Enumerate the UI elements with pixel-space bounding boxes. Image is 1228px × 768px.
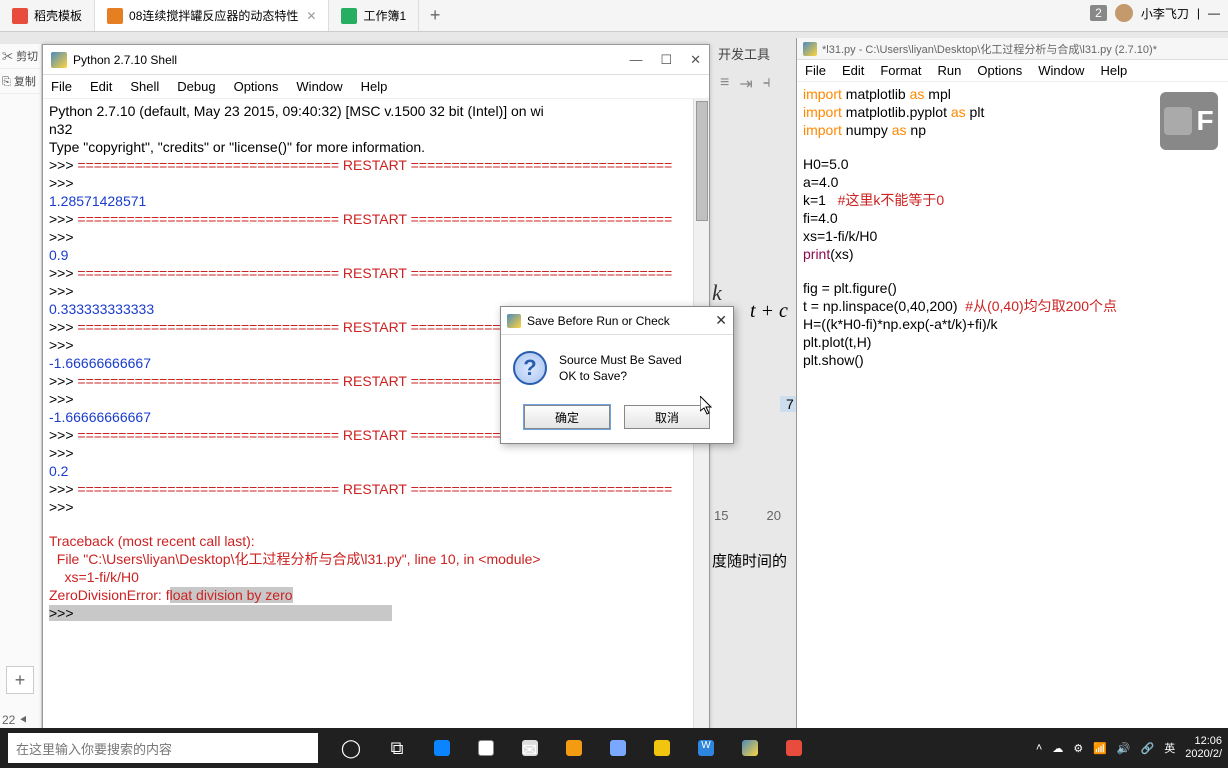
- username[interactable]: 小李飞刀: [1141, 5, 1189, 22]
- search-placeholder: 在这里输入你要搜索的内容: [16, 739, 172, 758]
- app2-icon[interactable]: [596, 728, 640, 768]
- dialog-title: Save Before Run or Check: [527, 314, 715, 328]
- sheet-icon: [341, 8, 357, 24]
- indent-icon[interactable]: ⇥: [739, 74, 752, 94]
- menu-window[interactable]: Window: [1038, 63, 1084, 78]
- search-input[interactable]: 在这里输入你要搜索的内容: [8, 733, 318, 763]
- edge-icon[interactable]: [420, 728, 464, 768]
- menu-options[interactable]: Options: [234, 79, 279, 94]
- dialog-titlebar[interactable]: Save Before Run or Check ✕: [501, 307, 733, 335]
- python-icon: [51, 52, 67, 68]
- editor-titlebar[interactable]: *l31.py - C:\Users\liyan\Desktop\化工过程分析与…: [797, 38, 1228, 60]
- tray-up-icon[interactable]: ˄: [1036, 742, 1042, 754]
- ime-lang[interactable]: 英: [1164, 740, 1175, 756]
- add-slide-button[interactable]: +: [6, 666, 34, 694]
- dialog-message: Source Must Be Saved OK to Save?: [559, 352, 682, 384]
- chart-icon[interactable]: ⫞: [763, 74, 771, 94]
- menu-help[interactable]: Help: [1100, 63, 1127, 78]
- idle-editor-window: *l31.py - C:\Users\liyan\Desktop\化工过程分析与…: [796, 38, 1228, 730]
- tab-label: 稻壳模板: [34, 7, 82, 24]
- menu-edit[interactable]: Edit: [842, 63, 864, 78]
- close-icon[interactable]: ✕: [306, 9, 316, 23]
- ime-icon[interactable]: 🔗: [1141, 742, 1155, 755]
- menu-run[interactable]: Run: [938, 63, 962, 78]
- ribbon-icons: ≡ ⇥ ⫞: [720, 74, 771, 94]
- min-icon[interactable]: —: [1208, 6, 1220, 20]
- editor-menubar: File Edit Format Run Options Window Help: [797, 60, 1228, 82]
- list-icon[interactable]: ≡: [720, 74, 729, 94]
- python-taskbar-icon[interactable]: [728, 728, 772, 768]
- app1-icon[interactable]: [552, 728, 596, 768]
- cortana-icon[interactable]: ◯: [328, 728, 374, 768]
- wps-icon[interactable]: W: [684, 728, 728, 768]
- menu-options[interactable]: Options: [977, 63, 1022, 78]
- menu-edit[interactable]: Edit: [90, 79, 112, 94]
- python-icon: [507, 314, 521, 328]
- tab-label: 工作簿1: [363, 7, 406, 24]
- onedrive-icon[interactable]: ☁: [1052, 742, 1063, 755]
- taskbar-icons: ◯ ⧉ ✉ W: [328, 728, 816, 768]
- cancel-button[interactable]: 取消: [624, 405, 710, 429]
- copy-button[interactable]: ⎘ 复制: [0, 69, 41, 94]
- systray: ˄ ☁ ⚙ 📶 🔊 🔗 英 12:06 2020/2/: [1036, 728, 1222, 768]
- python-icon: [803, 42, 817, 56]
- volume-icon[interactable]: 🔊: [1117, 742, 1131, 755]
- clock[interactable]: 12:06 2020/2/: [1185, 735, 1222, 761]
- axis-ticks: 15 20: [714, 508, 781, 523]
- recorder-icon[interactable]: [772, 728, 816, 768]
- jar-icon: [1164, 107, 1192, 135]
- minimize-button[interactable]: —: [629, 52, 642, 68]
- menu-shell[interactable]: Shell: [130, 79, 159, 94]
- explorer-icon[interactable]: [640, 728, 684, 768]
- taskview-icon[interactable]: ⧉: [374, 728, 420, 768]
- shell-titlebar[interactable]: Python 2.7.10 Shell — ☐ ✕: [43, 45, 709, 75]
- wifi-icon[interactable]: 📶: [1093, 742, 1107, 755]
- tab-sheet[interactable]: 工作簿1: [329, 0, 419, 31]
- menu-debug[interactable]: Debug: [177, 79, 215, 94]
- network-icon[interactable]: ⚙: [1073, 742, 1083, 755]
- shell-menubar: File Edit Shell Debug Options Window Hel…: [43, 75, 709, 99]
- taskbar: 在这里输入你要搜索的内容 ◯ ⧉ ✉ W ˄ ☁ ⚙ 📶 🔊 🔗 英 12:06…: [0, 728, 1228, 768]
- question-icon: ?: [513, 351, 547, 385]
- slide-count: 22 ⯇: [2, 713, 28, 728]
- tab-ppt[interactable]: 08连续搅拌罐反应器的动态特性 ✕: [95, 0, 329, 31]
- shell-title: Python 2.7.10 Shell: [73, 53, 629, 67]
- menu-format[interactable]: Format: [880, 63, 921, 78]
- close-button[interactable]: ✕: [690, 52, 701, 68]
- save-before-run-dialog: Save Before Run or Check ✕ ? Source Must…: [500, 306, 734, 444]
- tab-add-button[interactable]: +: [419, 5, 451, 26]
- divider: |: [1197, 6, 1200, 20]
- store-icon[interactable]: [464, 728, 508, 768]
- avatar[interactable]: [1115, 4, 1133, 22]
- notif-badge[interactable]: 2: [1090, 5, 1107, 21]
- tab-label: 08连续搅拌罐反应器的动态特性: [129, 7, 298, 24]
- top-tab-bar: 稻壳模板 08连续搅拌罐反应器的动态特性 ✕ 工作簿1 + 2 小李飞刀 | —: [0, 0, 1228, 32]
- floating-badge[interactable]: F: [1160, 92, 1218, 150]
- tab-daoke[interactable]: 稻壳模板: [0, 0, 95, 31]
- menu-help[interactable]: Help: [361, 79, 388, 94]
- scrollbar-thumb[interactable]: [696, 101, 708, 221]
- ppt-icon: [107, 8, 123, 24]
- left-sidebar: ✂ 剪切 ⎘ 复制 + 22 ⯇: [0, 44, 42, 734]
- close-icon[interactable]: ✕: [715, 312, 727, 329]
- topright-area: 2 小李飞刀 | —: [1090, 4, 1220, 22]
- doc-icon: [12, 8, 28, 24]
- formula-k: k: [712, 280, 722, 306]
- ok-button[interactable]: 确定: [524, 405, 610, 429]
- maximize-button[interactable]: ☐: [660, 52, 672, 68]
- menu-file[interactable]: File: [51, 79, 72, 94]
- dialog-body: ? Source Must Be Saved OK to Save?: [501, 335, 733, 395]
- menu-file[interactable]: File: [805, 63, 826, 78]
- window-buttons: — ☐ ✕: [629, 52, 701, 68]
- cn-text-fragment: 度随时间的: [712, 550, 787, 571]
- dialog-buttons: 确定 取消: [501, 395, 733, 443]
- mail-icon[interactable]: ✉: [508, 728, 552, 768]
- ribbon-devtools[interactable]: 开发工具: [718, 44, 770, 63]
- menu-window[interactable]: Window: [296, 79, 342, 94]
- formula-tc: t + c: [750, 300, 788, 323]
- editor-title: *l31.py - C:\Users\liyan\Desktop\化工过程分析与…: [822, 41, 1157, 57]
- cut-button[interactable]: ✂ 剪切: [0, 44, 41, 69]
- badge-letter: F: [1196, 105, 1213, 137]
